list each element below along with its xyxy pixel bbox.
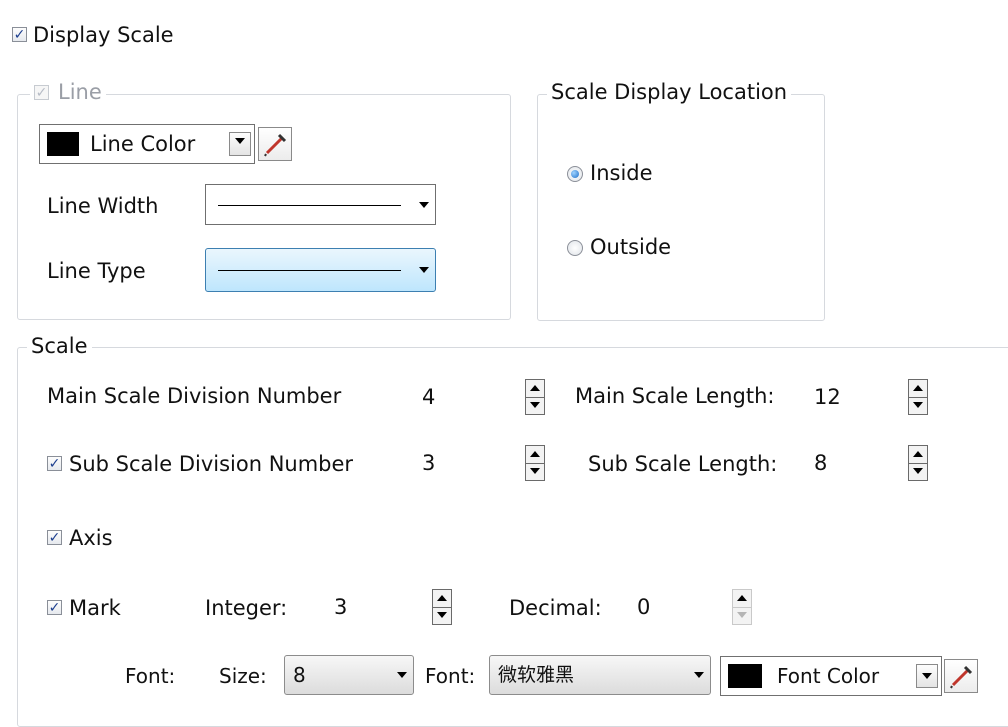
- decimal-spin-buttons[interactable]: [732, 589, 752, 625]
- outside-label: Outside: [590, 235, 672, 259]
- sub-scale-division-spinbox[interactable]: 3: [412, 443, 557, 483]
- scale-legend: Scale: [27, 333, 92, 359]
- axis-checkbox[interactable]: ✓: [47, 530, 62, 545]
- line-color-dropdown[interactable]: Line Color: [39, 124, 255, 164]
- inside-radio[interactable]: [567, 166, 583, 182]
- integer-spinbox[interactable]: 3: [324, 587, 469, 627]
- chevron-down-icon: [235, 138, 245, 144]
- main-scale-length-value[interactable]: 12: [804, 377, 904, 417]
- size-dropdown[interactable]: 8: [284, 655, 414, 695]
- line-color-picker-button[interactable]: [258, 127, 292, 161]
- sub-scale-division-value[interactable]: 3: [412, 443, 512, 483]
- font-row-label: Font:: [125, 664, 176, 688]
- arrow-up-icon[interactable]: [526, 380, 544, 398]
- arrow-down-icon[interactable]: [526, 463, 544, 480]
- line-type-preview: [218, 270, 401, 271]
- chevron-down-icon: [419, 267, 429, 273]
- sub-scale-division-checkbox[interactable]: ✓: [47, 456, 62, 471]
- integer-label: Integer:: [205, 596, 288, 620]
- inside-label: Inside: [590, 161, 653, 185]
- main-scale-division-spin-buttons[interactable]: [525, 379, 545, 415]
- line-width-dropdown[interactable]: [205, 184, 436, 225]
- line-width-preview: [218, 204, 401, 206]
- font-color-label: Font Color: [777, 664, 880, 688]
- chevron-down-icon: [397, 672, 407, 678]
- line-checkbox[interactable]: ✓: [34, 85, 49, 100]
- font-dropdown[interactable]: 微软雅黑: [489, 655, 711, 695]
- main-scale-division-spinbox[interactable]: 4: [412, 377, 557, 417]
- size-label: Size:: [219, 664, 267, 688]
- sub-scale-length-spin-buttons[interactable]: [908, 445, 928, 481]
- line-color-label: Line Color: [90, 132, 196, 156]
- sub-scale-length-spinbox[interactable]: 8: [804, 443, 944, 483]
- arrow-up-icon[interactable]: [733, 590, 751, 608]
- main-scale-division-label: Main Scale Division Number: [47, 384, 342, 408]
- outside-radio[interactable]: [567, 240, 583, 256]
- sub-scale-length-label: Sub Scale Length:: [588, 452, 778, 476]
- eyedropper-icon: [264, 133, 287, 157]
- sub-scale-length-value[interactable]: 8: [804, 443, 904, 483]
- main-scale-length-spin-buttons[interactable]: [908, 379, 928, 415]
- arrow-up-icon[interactable]: [433, 590, 451, 608]
- arrow-down-icon[interactable]: [909, 397, 927, 414]
- line-color-swatch: [47, 132, 79, 156]
- line-type-dropdown[interactable]: [205, 248, 436, 292]
- mark-label: Mark: [69, 596, 121, 620]
- decimal-label: Decimal:: [509, 596, 602, 620]
- display-scale-checkbox[interactable]: ✓: [12, 27, 27, 42]
- font-color-swatch: [728, 664, 762, 688]
- line-group-legend: ✓ Line: [30, 79, 106, 105]
- main-scale-length-spinbox[interactable]: 12: [804, 377, 944, 417]
- arrow-up-icon[interactable]: [909, 446, 927, 464]
- line-type-label: Line Type: [47, 259, 146, 283]
- arrow-down-icon[interactable]: [526, 397, 544, 414]
- integer-value[interactable]: 3: [324, 587, 429, 627]
- decimal-value[interactable]: 0: [627, 587, 727, 627]
- arrow-up-icon[interactable]: [526, 446, 544, 464]
- arrow-down-icon[interactable]: [909, 463, 927, 480]
- integer-spin-buttons[interactable]: [432, 589, 452, 625]
- display-scale-label: Display Scale: [33, 23, 174, 47]
- sub-scale-division-spin-buttons[interactable]: [525, 445, 545, 481]
- line-color-dropdown-button[interactable]: [229, 132, 251, 156]
- sub-scale-division-label: Sub Scale Division Number: [69, 452, 354, 476]
- eyedropper-icon: [950, 665, 973, 689]
- font-color-picker-button[interactable]: [944, 659, 978, 693]
- line-width-label: Line Width: [47, 194, 159, 218]
- decimal-spinbox[interactable]: 0: [627, 587, 767, 627]
- arrow-down-icon[interactable]: [733, 607, 751, 624]
- font-color-dropdown[interactable]: Font Color: [720, 656, 942, 696]
- arrow-down-icon[interactable]: [433, 607, 451, 624]
- chevron-down-icon: [419, 201, 429, 208]
- size-value: 8: [293, 663, 306, 687]
- main-scale-length-label: Main Scale Length:: [575, 384, 775, 408]
- axis-label: Axis: [69, 526, 113, 550]
- font-label: Font:: [425, 664, 476, 688]
- main-scale-division-value[interactable]: 4: [412, 377, 522, 417]
- arrow-up-icon[interactable]: [909, 380, 927, 398]
- scale-display-location-group: [537, 94, 825, 321]
- scale-display-location-legend: Scale Display Location: [547, 79, 792, 105]
- font-color-dropdown-button[interactable]: [916, 664, 938, 688]
- chevron-down-icon: [922, 673, 932, 679]
- mark-checkbox[interactable]: ✓: [47, 600, 62, 615]
- chevron-down-icon: [694, 672, 704, 678]
- font-value: 微软雅黑: [498, 664, 575, 686]
